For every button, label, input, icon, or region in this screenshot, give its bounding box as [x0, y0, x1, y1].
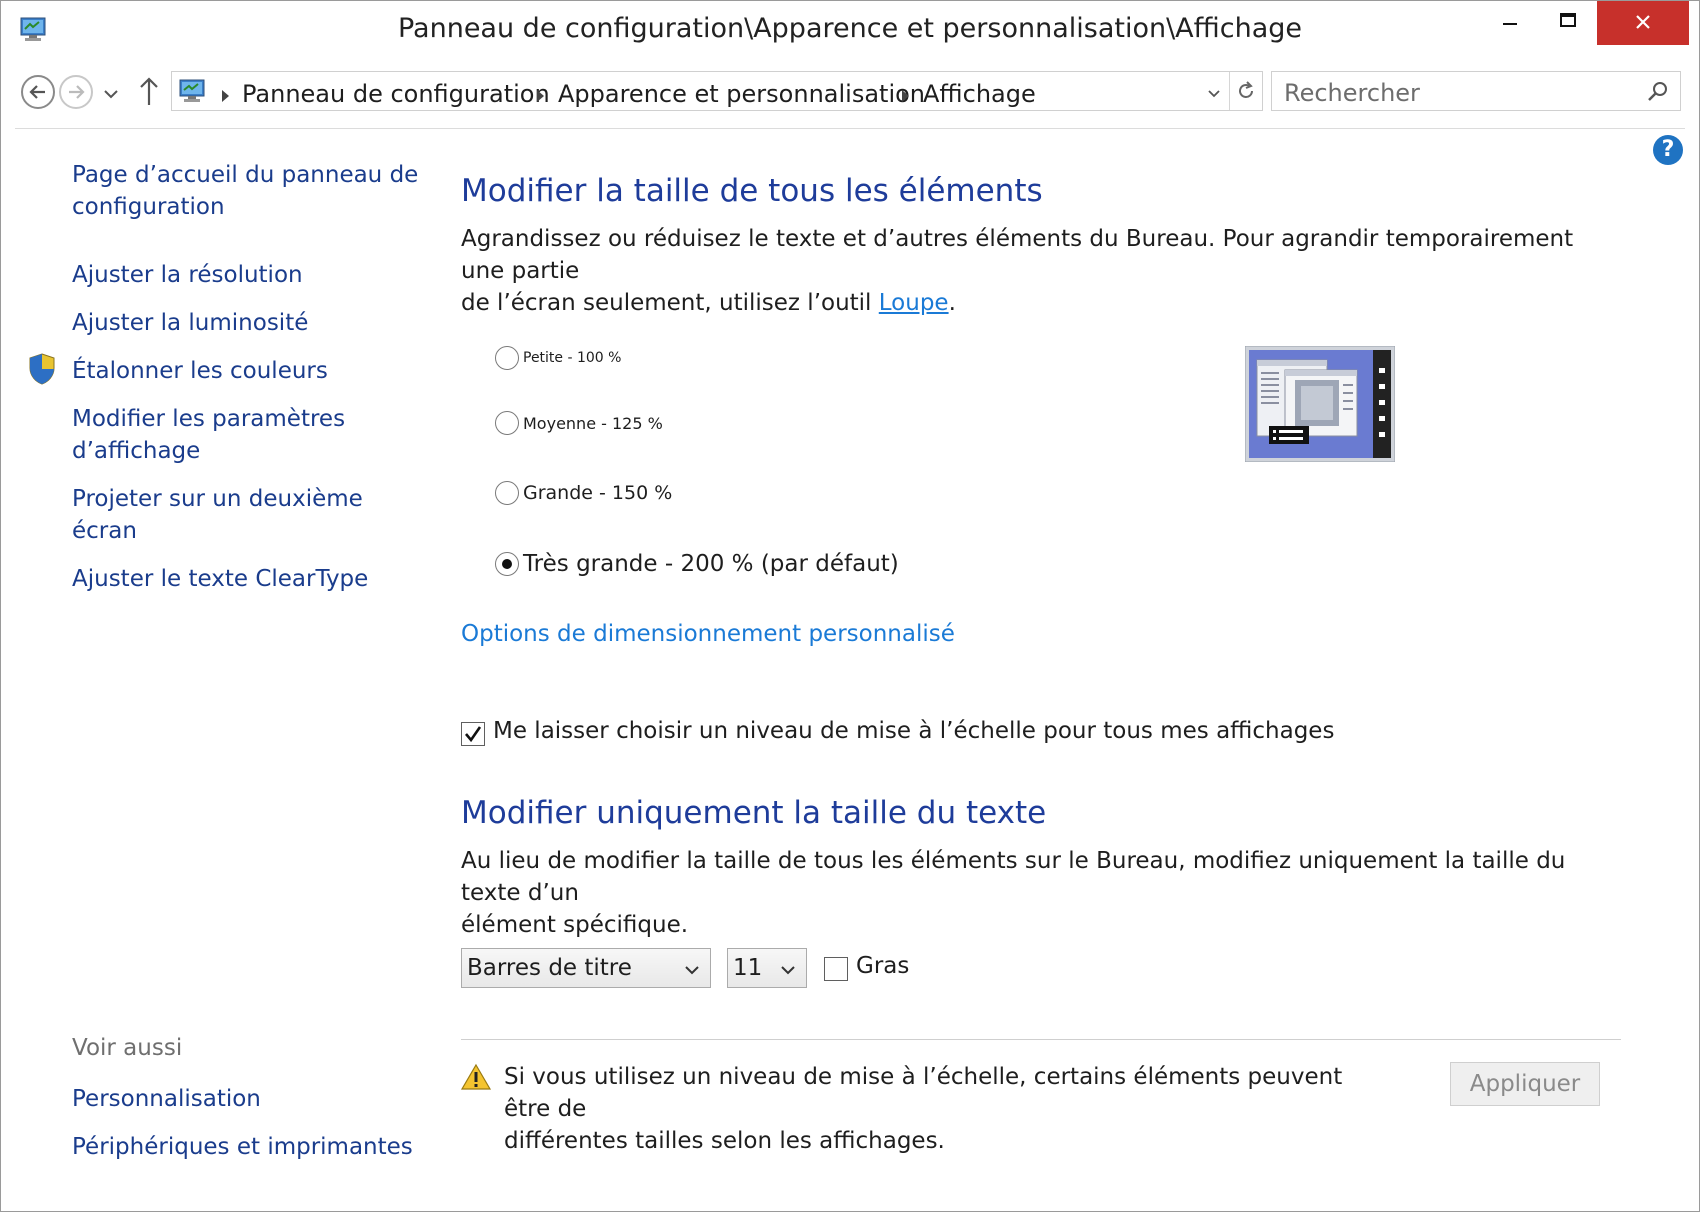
up-arrow-icon[interactable]	[138, 75, 160, 111]
sidebar-item-resolution[interactable]: Ajuster la résolution	[72, 259, 303, 291]
radio-label: Très grande - 200 % (par défaut)	[523, 551, 899, 577]
sidebar-item-calibrate-colors[interactable]: Étalonner les couleurs	[72, 355, 328, 387]
radio-large[interactable]: Grande - 150 %	[495, 481, 672, 505]
description-line: élément spécifique.	[461, 912, 689, 938]
radio-small[interactable]: Petite - 100 %	[495, 346, 621, 370]
description-line: de l’écran seulement, utilisez l’outil	[461, 290, 879, 316]
breadcrumb-appearance[interactable]: Apparence et personnalisation	[558, 80, 925, 108]
back-button[interactable]	[21, 75, 55, 109]
close-button[interactable]	[1597, 1, 1689, 45]
sidebar-item-label: Modifier les paramètres	[72, 406, 346, 432]
display-preview-image	[1244, 345, 1396, 463]
sidebar-item-label: écran	[72, 518, 137, 544]
warning-line: différentes tailles selon les affichages…	[504, 1128, 945, 1154]
warning-icon	[460, 1063, 492, 1091]
radio-extra-large[interactable]: Très grande - 200 % (par défaut)	[495, 551, 899, 577]
header-divider	[15, 128, 1685, 129]
forward-button[interactable]	[59, 75, 93, 109]
radio-button-selected[interactable]	[495, 552, 519, 576]
sidebar-item-label: Page d’accueil du panneau de	[72, 162, 419, 188]
control-panel-window: Panneau de configuration\Apparence et pe…	[0, 0, 1700, 1212]
breadcrumb-separator-icon[interactable]	[902, 90, 909, 102]
navigation-bar: Panneau de configuration Apparence et pe…	[1, 65, 1699, 121]
description-line: Agrandissez ou réduisez le texte et d’au…	[461, 226, 1574, 284]
section-description: Agrandissez ou réduisez le texte et d’au…	[461, 223, 1611, 319]
radio-button[interactable]	[495, 411, 519, 435]
uac-shield-icon	[28, 352, 56, 386]
element-select[interactable]: Barres de titre	[461, 948, 711, 988]
warning-line: Si vous utilisez un niveau de mise à l’é…	[504, 1064, 1343, 1122]
address-dropdown-chevron-icon[interactable]	[1207, 85, 1221, 104]
sidebar-item-cleartype[interactable]: Ajuster le texte ClearType	[72, 563, 368, 595]
breadcrumb-control-panel[interactable]: Panneau de configuration	[242, 80, 550, 108]
sidebar-item-second-screen[interactable]: Projeter sur un deuxième écran	[72, 483, 363, 547]
description-punctuation: .	[948, 290, 956, 316]
see-also-personalization[interactable]: Personnalisation	[72, 1083, 261, 1115]
address-divider	[1229, 72, 1230, 110]
see-also-heading: Voir aussi	[72, 1035, 183, 1061]
sidebar-item-label: configuration	[72, 194, 225, 220]
scale-checkbox-label[interactable]: Me laisser choisir un niveau de mise à l…	[493, 718, 1334, 744]
bold-checkbox-label[interactable]: Gras	[856, 953, 909, 979]
search-icon[interactable]	[1646, 80, 1670, 108]
breadcrumb-separator-icon[interactable]	[537, 90, 544, 102]
radio-button[interactable]	[495, 481, 519, 505]
bold-checkbox[interactable]	[824, 957, 848, 981]
font-size-select-value: 11	[733, 955, 763, 981]
sidebar-item-control-panel-home[interactable]: Page d’accueil du panneau de configurati…	[72, 159, 418, 223]
sidebar-item-label: Projeter sur un deuxième	[72, 486, 363, 512]
radio-label: Grande - 150 %	[523, 482, 673, 504]
search-input[interactable]: Rechercher	[1271, 71, 1681, 111]
radio-label: Moyenne - 125 %	[523, 413, 663, 433]
warning-text: Si vous utilisez un niveau de mise à l’é…	[504, 1061, 1384, 1157]
scale-checkbox[interactable]	[461, 722, 485, 746]
maximize-button[interactable]	[1537, 1, 1601, 45]
breadcrumb-separator-icon[interactable]	[222, 90, 229, 102]
chevron-down-icon	[684, 961, 700, 980]
minimize-button[interactable]	[1479, 1, 1543, 45]
refresh-icon[interactable]	[1235, 80, 1257, 106]
radio-label: Petite - 100 %	[523, 350, 622, 366]
address-bar[interactable]: Panneau de configuration Apparence et pe…	[171, 71, 1263, 111]
title-bar: Panneau de configuration\Apparence et pe…	[1, 1, 1699, 61]
breadcrumb-display[interactable]: Affichage	[923, 80, 1036, 108]
radio-medium[interactable]: Moyenne - 125 %	[495, 411, 663, 435]
window-title: Panneau de configuration\Apparence et pe…	[397, 13, 1303, 44]
chevron-down-icon	[780, 961, 796, 980]
recent-locations-chevron-icon[interactable]	[103, 85, 119, 104]
help-button[interactable]: ?	[1653, 135, 1683, 165]
custom-scaling-link[interactable]: Options de dimensionnement personnalisé	[461, 621, 955, 647]
magnifier-link[interactable]: Loupe	[879, 290, 949, 316]
sidebar-item-label: d’affichage	[72, 438, 201, 464]
section-title-resize-all: Modifier la taille de tous les éléments	[461, 173, 1043, 209]
section-title-text-size: Modifier uniquement la taille du texte	[461, 795, 1047, 831]
font-size-select[interactable]: 11	[727, 948, 807, 988]
search-placeholder: Rechercher	[1284, 79, 1420, 107]
element-select-value: Barres de titre	[467, 955, 632, 981]
section2-description: Au lieu de modifier la taille de tous le…	[461, 845, 1611, 941]
description-line: Au lieu de modifier la taille de tous le…	[461, 848, 1566, 906]
control-panel-icon	[178, 78, 206, 108]
sidebar-item-brightness[interactable]: Ajuster la luminosité	[72, 307, 308, 339]
footer-divider	[461, 1039, 1621, 1040]
sidebar-item-display-settings[interactable]: Modifier les paramètres d’affichage	[72, 403, 345, 467]
radio-button[interactable]	[495, 346, 519, 370]
see-also-devices-printers[interactable]: Périphériques et imprimantes	[72, 1131, 413, 1163]
apply-button[interactable]: Appliquer	[1450, 1062, 1600, 1106]
